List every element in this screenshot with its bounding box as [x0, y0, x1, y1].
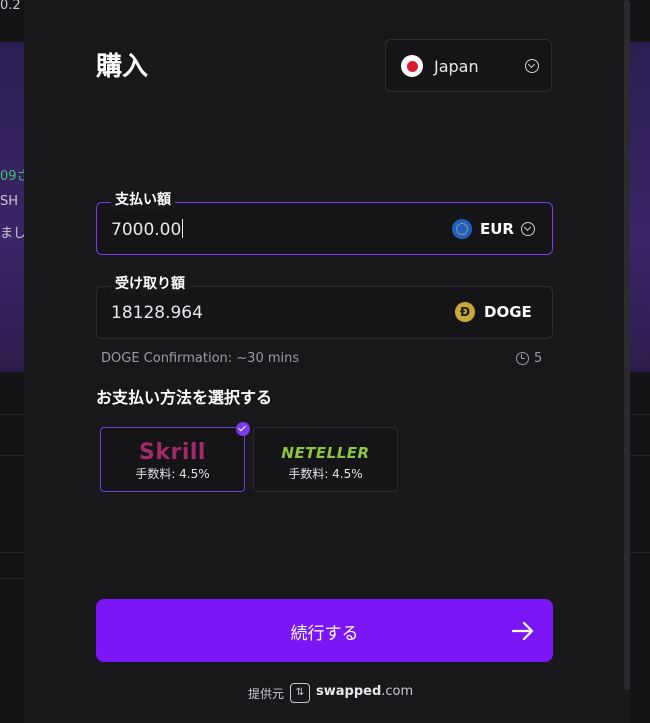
pay-amount-input[interactable]: 7000.00 [111, 219, 184, 240]
background-divider [0, 552, 24, 553]
receive-currency-code[interactable]: DOGE [484, 303, 532, 321]
pay-amount-value: 7000.00 [111, 220, 182, 240]
country-selector[interactable]: Japan [385, 39, 552, 92]
pay-currency-code[interactable]: EUR [480, 220, 514, 238]
selected-check-icon [236, 422, 250, 436]
euro-icon [452, 219, 472, 239]
confirmation-count: 5 [534, 351, 543, 366]
neteller-logo: NETELLER [281, 444, 370, 462]
background-divider [0, 455, 24, 456]
background-text: 0.2 [0, 0, 21, 13]
chevron-down-icon [525, 59, 539, 73]
background-divider [630, 455, 650, 456]
background-page-right [630, 0, 650, 723]
text-caret [182, 219, 184, 238]
continue-button-label: 続行する [290, 624, 359, 643]
chevron-down-icon[interactable] [521, 222, 535, 236]
payment-fee: 手数料: 4.5% [288, 467, 363, 481]
pay-amount-field[interactable]: 支払い額 7000.00 EUR [96, 190, 553, 255]
clock-icon [516, 352, 529, 365]
country-label: Japan [434, 57, 479, 76]
arrow-right-icon [511, 621, 534, 641]
confirmation-time: DOGE Confirmation: ~30 mins [101, 351, 300, 366]
brand-suffix: .com [381, 684, 414, 699]
background-divider [0, 414, 24, 415]
skrill-logo: Skrill [139, 440, 206, 465]
swapped-brand-link[interactable]: swapped.com [316, 684, 413, 699]
background-banner [630, 42, 650, 372]
modal-title: 購入 [96, 52, 149, 82]
payment-fee: 手数料: 4.5% [135, 467, 210, 481]
background-divider [630, 552, 650, 553]
payment-method-title: お支払い方法を選択する [96, 388, 273, 407]
modal-scrollbar[interactable] [624, 0, 630, 690]
provided-by-label: 提供元 [248, 687, 285, 701]
japan-flag-icon [401, 55, 423, 77]
continue-button[interactable]: 続行する [96, 599, 553, 662]
background-text: SH [0, 194, 19, 209]
receive-amount-label: 受け取り額 [111, 274, 189, 294]
background-text: 09さ [0, 169, 24, 184]
background-divider [630, 414, 650, 415]
background-page-left: 0.2 09さ SH まし [0, 0, 24, 723]
background-text: まし [0, 226, 24, 241]
receive-amount-value: 18128.964 [111, 303, 203, 323]
payment-method-skrill[interactable]: Skrill 手数料: 4.5% [100, 427, 245, 492]
swapped-logo-icon: ⇅ [290, 683, 310, 703]
background-divider [0, 578, 24, 579]
brand-main: swapped [316, 684, 382, 699]
receive-amount-field[interactable]: 受け取り額 18128.964 Ð DOGE [96, 274, 553, 339]
pay-amount-label: 支払い額 [111, 190, 175, 210]
footer: 提供元 ⇅ swapped.com [0, 683, 650, 703]
dogecoin-icon: Ð [455, 302, 475, 322]
payment-method-neteller[interactable]: NETELLER 手数料: 4.5% [253, 427, 398, 492]
